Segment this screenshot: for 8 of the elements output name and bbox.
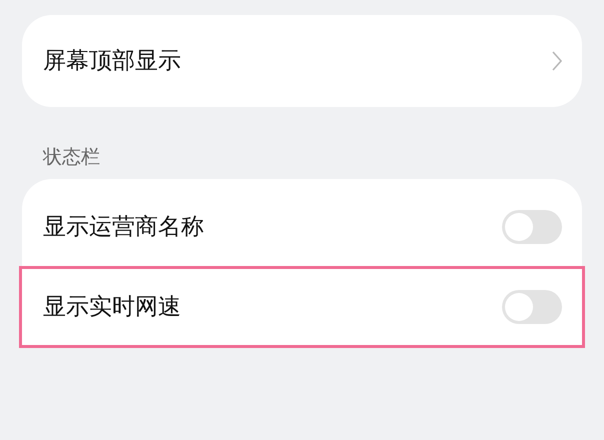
section-title: 状态栏 — [43, 145, 101, 170]
settings-item[interactable]: 屏幕顶部显示 — [22, 15, 582, 107]
toggle-switch[interactable] — [502, 290, 562, 324]
item-label: 显示实时网速 — [43, 292, 181, 322]
chevron-right-icon — [552, 51, 562, 71]
toggle-switch[interactable] — [502, 210, 562, 244]
item-label: 显示运营商名称 — [43, 212, 204, 242]
item-label: 屏幕顶部显示 — [43, 46, 181, 76]
